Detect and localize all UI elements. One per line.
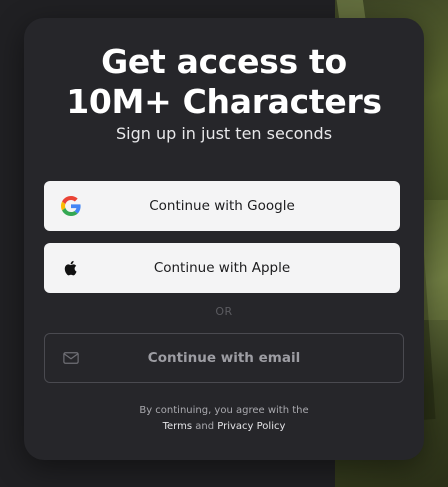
modal-subtitle: Sign up in just ten seconds [115, 124, 333, 143]
privacy-policy-link[interactable]: Privacy Policy [217, 421, 285, 432]
title-line-1: Get access to [101, 42, 347, 81]
apple-button-label: Continue with Apple [153, 260, 291, 276]
modal-title: Get access to 10M+ Characters [24, 42, 424, 122]
or-divider: OR [215, 305, 233, 318]
signup-modal: Get access to 10M+ Characters Sign up in… [24, 18, 424, 460]
legal-and-text: and [195, 421, 215, 432]
continue-with-google-button[interactable]: Continue with Google [44, 181, 400, 231]
legal-text: By continuing, you agree with the [139, 405, 309, 416]
continue-with-apple-button[interactable]: Continue with Apple [44, 243, 400, 293]
title-line-2: 10M+ Characters [66, 82, 382, 121]
email-button-label: Continue with email [147, 350, 301, 366]
legal-notice: By continuing, you agree with the Terms … [24, 403, 424, 435]
continue-with-email-button[interactable]: Continue with email [44, 333, 404, 383]
terms-link[interactable]: Terms [163, 421, 192, 432]
google-button-label: Continue with Google [149, 198, 295, 214]
